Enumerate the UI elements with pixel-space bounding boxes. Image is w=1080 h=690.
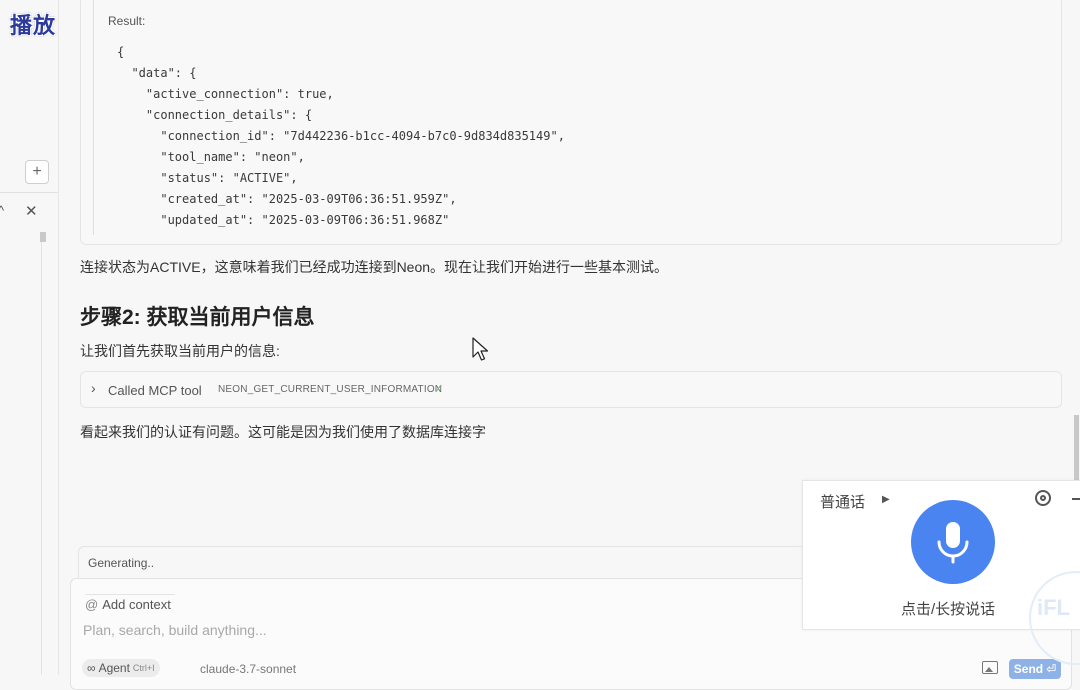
tool-call-row[interactable]: › Called MCP tool NEON_GET_CURRENT_USER_… — [80, 371, 1062, 408]
agent-shortcut: Ctrl+I — [132, 663, 155, 673]
tool-call-label: Called MCP tool — [108, 383, 202, 398]
minimize-icon[interactable] — [1072, 498, 1080, 500]
agent-mode-label: Agent — [98, 661, 130, 675]
voice-language-selector[interactable]: 普通话 — [820, 491, 865, 512]
result-border — [93, 0, 94, 235]
add-button[interactable]: + — [25, 160, 49, 184]
sidebar-scrollbar[interactable] — [40, 232, 46, 242]
generating-text: Generating.. — [88, 556, 155, 570]
send-label: Send — [1013, 662, 1044, 676]
model-selector[interactable]: claude-3.7-sonnet — [200, 662, 296, 676]
at-icon: @ — [85, 597, 99, 612]
voice-input-widget: iFL 普通话 ▶ 点击/长按说话 — [802, 480, 1080, 665]
assistant-message-status: 连接状态为ACTIVE，这意味着我们已经成功连接到Neon。现在让我们开始进行一… — [80, 259, 669, 275]
add-context-label: Add context — [102, 597, 171, 612]
assistant-message-intro: 让我们首先获取当前用户的信息: — [80, 343, 280, 359]
add-context-button[interactable]: @ Add context — [85, 594, 175, 612]
sidebar-divider — [0, 192, 58, 193]
voice-hint: 点击/长按说话 — [901, 601, 996, 618]
infinity-icon: ∞ — [87, 661, 96, 675]
tool-result-box: Result: { "data": { "active_connection":… — [80, 0, 1062, 245]
settings-icon[interactable] — [1035, 490, 1051, 506]
microphone-button[interactable] — [911, 500, 995, 584]
assistant-message-followup: 看起来我们的认证有问题。这可能是因为我们使用了数据库连接字 — [80, 424, 486, 440]
image-icon[interactable] — [982, 661, 998, 674]
mouse-cursor-icon — [472, 337, 489, 361]
play-overlay-label: 播放 — [10, 14, 57, 39]
microphone-icon — [937, 522, 969, 564]
tool-call-name: NEON_GET_CURRENT_USER_INFORMATION — [218, 384, 443, 395]
prompt-input[interactable] — [81, 620, 785, 640]
agent-mode-selector[interactable]: ∞ Agent Ctrl+I — [82, 659, 160, 677]
main-scrollbar[interactable] — [1074, 415, 1079, 483]
close-icon[interactable]: ✕ — [25, 202, 38, 220]
play-arrow-icon[interactable]: ▶ — [882, 494, 890, 505]
result-json: { "data": { "active_connection": true, "… — [117, 45, 565, 227]
result-label: Result: — [108, 14, 146, 28]
send-button[interactable]: Send ⏎ — [1009, 659, 1061, 679]
sidebar: 播放 + ^ ✕ — [0, 0, 59, 675]
sidebar-scroll-track — [41, 232, 42, 675]
check-icon: ✓ — [433, 381, 444, 396]
chevron-up-icon[interactable]: ^ — [0, 203, 4, 218]
enter-icon: ⏎ — [1046, 662, 1057, 676]
step-heading: 步骤2: 获取当前用户信息 — [80, 306, 315, 329]
chevron-right-icon[interactable]: › — [91, 380, 96, 396]
